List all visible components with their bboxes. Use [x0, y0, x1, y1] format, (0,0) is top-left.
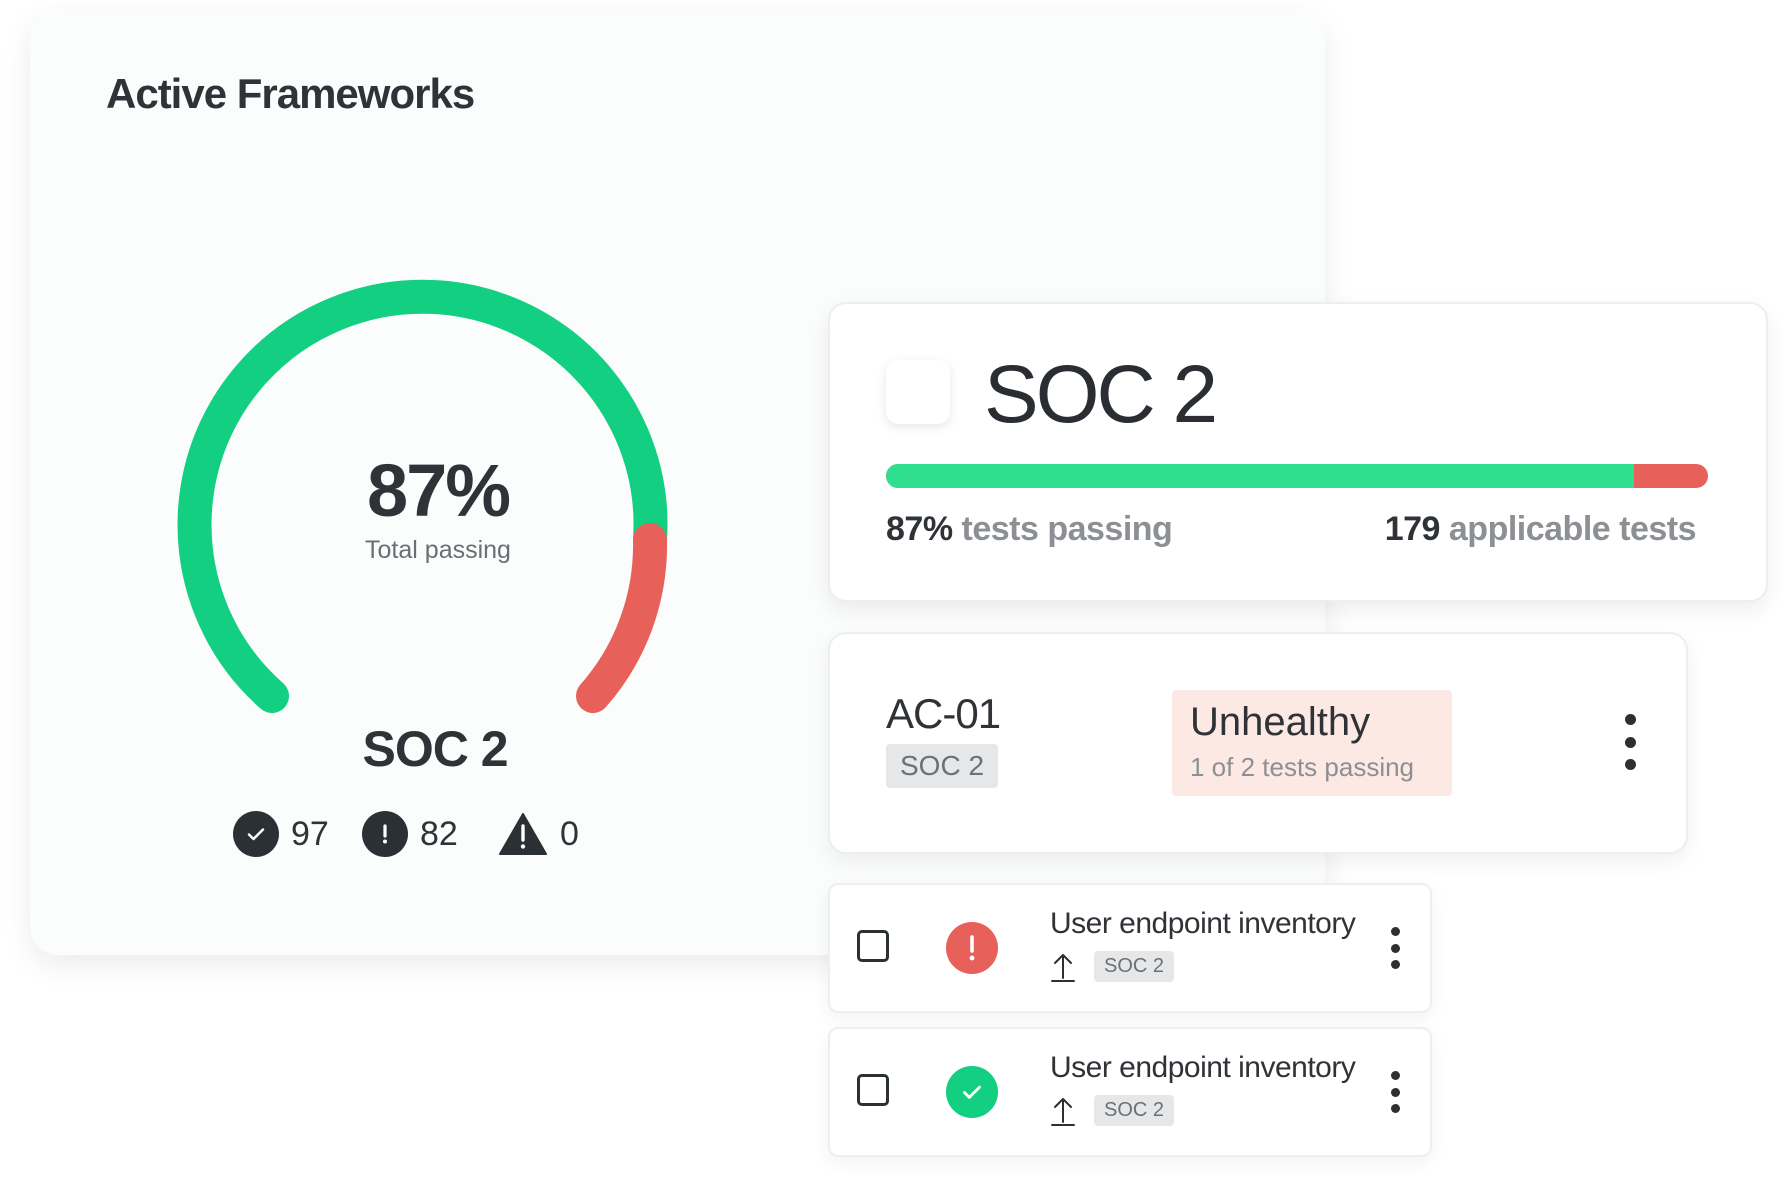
gauge-red-arc — [576, 523, 668, 713]
tests-progress-bar — [886, 464, 1708, 488]
control-framework-tag: SOC 2 — [886, 744, 999, 788]
framework-logo — [886, 360, 950, 424]
stage: Active Frameworks 87% Total passing SOC … — [0, 0, 1788, 1187]
tests-passing-value: 87% — [886, 510, 953, 548]
upload-icon — [1051, 954, 1075, 982]
card-title: Active Frameworks — [106, 70, 475, 117]
test-more-menu-icon[interactable] — [1388, 927, 1402, 969]
applicable-tests-value: 179 — [1384, 510, 1441, 548]
test-row[interactable]: User endpoint inventory SOC 2 — [828, 883, 1432, 1013]
warning-triangle-icon — [499, 813, 547, 855]
stat-warnings: 0 — [498, 810, 579, 858]
stat-warnings-value: 0 — [560, 814, 579, 853]
test-name: User endpoint inventory — [1050, 1051, 1356, 1084]
soc2-summary-card[interactable]: SOC 2 87% tests passing 179 applicable t… — [828, 302, 1768, 602]
test-framework-tag: SOC 2 — [1094, 951, 1175, 982]
exclamation-icon — [946, 922, 998, 974]
applicable-tests-label: 179 applicable tests — [1384, 510, 1697, 549]
test-row-checkbox[interactable] — [857, 930, 889, 962]
control-card[interactable]: AC-01 SOC 2 Unhealthy 1 of 2 tests passi… — [828, 632, 1688, 854]
test-framework-tag: SOC 2 — [1094, 1095, 1175, 1126]
control-id: AC-01 — [886, 690, 1001, 737]
gauge-framework-name: SOC 2 — [362, 721, 508, 777]
stat-failing-value: 82 — [420, 814, 458, 853]
check-icon — [946, 1066, 998, 1118]
stat-failing: 82 — [362, 810, 458, 858]
gauge-percent: 87% — [366, 449, 511, 532]
tests-passing-label: 87% tests passing — [886, 510, 1173, 549]
test-row[interactable]: User endpoint inventory SOC 2 — [828, 1027, 1432, 1157]
stat-passing-value: 97 — [291, 814, 329, 853]
test-name: User endpoint inventory — [1050, 907, 1356, 940]
health-status-title: Unhealthy — [1190, 700, 1371, 744]
tests-progress-fill — [886, 464, 1635, 488]
stat-passing: 97 — [233, 810, 329, 858]
gauge-sub-label: Total passing — [365, 536, 511, 564]
tests-passing-text: tests passing — [961, 510, 1173, 548]
health-status-badge: Unhealthy 1 of 2 tests passing — [1172, 690, 1452, 796]
upload-icon — [1051, 1098, 1075, 1126]
control-more-menu-icon[interactable] — [1620, 714, 1640, 770]
test-row-checkbox[interactable] — [857, 1074, 889, 1106]
check-circle-icon — [233, 811, 279, 857]
framework-title: SOC 2 — [984, 349, 1218, 440]
exclamation-circle-icon — [362, 811, 408, 857]
applicable-tests-text: applicable tests — [1448, 510, 1697, 548]
test-more-menu-icon[interactable] — [1388, 1071, 1402, 1113]
health-status-subtitle: 1 of 2 tests passing — [1190, 752, 1415, 782]
